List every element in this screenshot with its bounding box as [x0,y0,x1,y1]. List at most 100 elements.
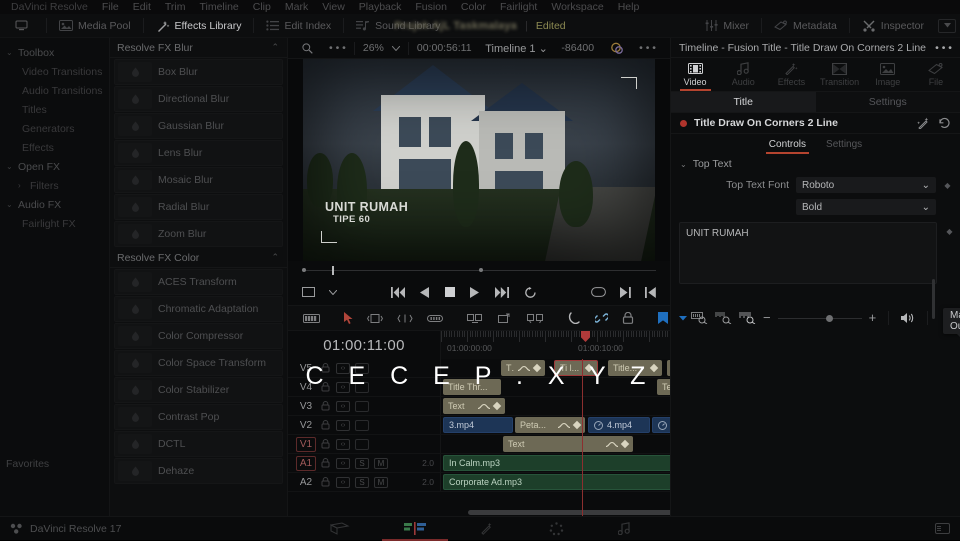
fx-item[interactable]: Box Blur [114,59,283,85]
text-keyframe-button[interactable]: ◆ [945,227,954,236]
menu-item-davinci-resolve[interactable]: DaVinci Resolve [4,0,95,14]
selection-tool-button[interactable] [337,305,360,331]
loop-range-icon[interactable] [591,287,606,297]
fairlight-page-icon[interactable] [618,522,630,535]
viewer-zoom-dropdown[interactable] [392,46,408,51]
track-auto-select-icon[interactable]: ‹› [336,477,350,488]
fx-item[interactable]: DCTL [114,431,283,457]
track-lock-icon[interactable] [321,458,331,468]
clip-keyframe-icon[interactable] [621,440,629,448]
menu-item-timeline[interactable]: Timeline [192,0,245,14]
fx-item[interactable]: ACES Transform [114,269,283,295]
track-mute-button[interactable]: M [374,477,388,488]
insert-clip-button[interactable] [460,305,491,331]
viewer-frame-mode-icon[interactable] [302,287,315,297]
fx-item[interactable]: Dehaze [114,458,283,484]
track-name[interactable]: V3 [296,401,316,412]
loop-button[interactable] [524,287,537,298]
viewer-timeline-name[interactable]: Timeline 1 ⌄ [480,42,554,55]
track-lane[interactable]: Tit...Ti l...Title...Ti...Text+Mano... [440,359,670,377]
favorites-label[interactable]: Favorites [6,458,49,470]
top-text-input[interactable]: UNIT RUMAH [679,222,937,284]
viewer-mode-chevron-down-icon[interactable] [329,290,337,295]
inspector-tab-transition[interactable]: Transition [816,58,864,91]
trim-edit-mode-button[interactable] [360,305,390,331]
track-auto-select-icon[interactable]: ‹› [336,439,350,450]
font-keyframe-button[interactable]: ◆ [943,181,952,190]
clip-keyframe-icon[interactable] [533,364,541,372]
zoom-full-extent-icon[interactable] [715,312,732,324]
flag-marker-button[interactable] [651,305,675,331]
nav-item-titles[interactable]: Titles [0,100,109,119]
fx-section-header[interactable]: Resolve FX Blur⌃ [110,38,287,58]
nav-item-generators[interactable]: Generators [0,119,109,138]
timeline-view-options-button[interactable] [296,305,327,331]
timeline-track-row[interactable]: V3‹›TextText [288,397,670,416]
play-reverse-button[interactable] [420,287,430,298]
timeline-clip[interactable]: Corporate Ad.mp3 [443,474,670,490]
track-video-enable-icon[interactable] [355,401,369,412]
clip-curve-icon[interactable] [478,403,490,410]
jump-to-start-button[interactable] [391,287,405,298]
track-name[interactable]: A1 [296,456,316,471]
menu-item-fusion[interactable]: Fusion [408,0,454,14]
audio-volume-icon[interactable] [901,312,915,324]
text-scrollbar[interactable] [932,279,935,319]
track-solo-button[interactable]: S [355,477,369,488]
timeline-clip[interactable]: Title... [608,360,662,376]
fx-item[interactable]: Radial Blur [114,194,283,220]
clip-curve-icon[interactable] [518,365,530,372]
viewer-timecode[interactable]: 00:00:56:11 [409,42,480,54]
media-pool-button[interactable]: Media Pool [51,14,139,38]
nav-item-effects[interactable]: Effects [0,138,109,157]
timeline-track-row[interactable]: V5‹›Tit...Ti l...Title...Ti...Text+Mano.… [288,359,670,378]
timeline-clip[interactable]: Text [443,398,505,414]
edit-index-button[interactable]: Edit Index [258,14,339,38]
menu-item-trim[interactable]: Trim [158,0,193,14]
inspector-tab-video[interactable]: Video [671,58,719,91]
menu-item-workspace[interactable]: Workspace [544,0,610,14]
clip-keyframe-icon[interactable] [493,402,501,410]
fx-list-panel[interactable]: Resolve FX Blur⌃Box BlurDirectional Blur… [110,38,288,516]
timeline-clip[interactable]: 4.mp4 [588,417,650,433]
track-lane[interactable]: Text [440,435,670,453]
fx-item[interactable]: Zoom Blur [114,221,283,247]
zoom-to-fit-icon[interactable] [691,312,708,324]
track-lock-icon[interactable] [321,382,331,392]
previous-edit-button[interactable] [645,287,656,298]
magic-wand-icon[interactable] [917,117,930,129]
top-text-font-select[interactable]: Roboto ⌄ [796,177,936,193]
timeline-clip[interactable]: Text [503,436,633,452]
track-lock-icon[interactable] [321,439,331,449]
mixer-button[interactable]: Mixer [697,14,757,38]
overwrite-clip-button[interactable] [491,305,520,331]
edit-page-icon[interactable] [404,522,426,535]
timeline-horizontal-scrollbar[interactable] [468,510,670,515]
project-manager-icon[interactable] [935,523,950,534]
timeline-clip[interactable]: 3.mp4 [443,417,513,433]
fx-item[interactable]: Lens Blur [114,140,283,166]
track-lane[interactable]: Title Thr...TextLo...Log... [440,378,670,396]
inspector-subtab-title[interactable]: Title [671,92,816,112]
timeline-panel[interactable]: 01:00:11:00 01:00:00:0001:00:10:0001:00:… [288,331,670,516]
track-lock-icon[interactable] [321,401,331,411]
timeline-track-row[interactable]: V1‹›Text [288,435,670,454]
timeline-clip[interactable]: Ti l... [554,360,598,376]
inspector-control-tab-controls[interactable]: Controls [766,134,809,154]
clip-curve-icon[interactable] [606,441,618,448]
timeline-clip[interactable]: Ti... [667,360,670,376]
clip-keyframe-icon[interactable] [650,364,658,372]
timeline-viewer[interactable]: UNIT RUMAH TIPE 60 [288,59,670,261]
fusion-page-icon[interactable] [480,522,495,535]
track-mute-button[interactable]: M [374,458,388,469]
menu-item-view[interactable]: View [315,0,352,14]
timeline-timecode[interactable]: 01:00:11:00 [288,331,440,359]
track-auto-select-icon[interactable]: ‹› [336,363,350,374]
menu-item-mark[interactable]: Mark [278,0,315,14]
track-video-enable-icon[interactable] [355,420,369,431]
color-wheel-icon[interactable] [602,42,631,55]
inspector-options-button[interactable]: • • • [935,42,952,54]
track-video-enable-icon[interactable] [355,439,369,450]
track-lane[interactable]: In Calm.mp3 [440,454,670,472]
timeline-track-row[interactable]: V2‹›3.mp4Peta...4.mp47.mp4video arc...1.… [288,416,670,435]
